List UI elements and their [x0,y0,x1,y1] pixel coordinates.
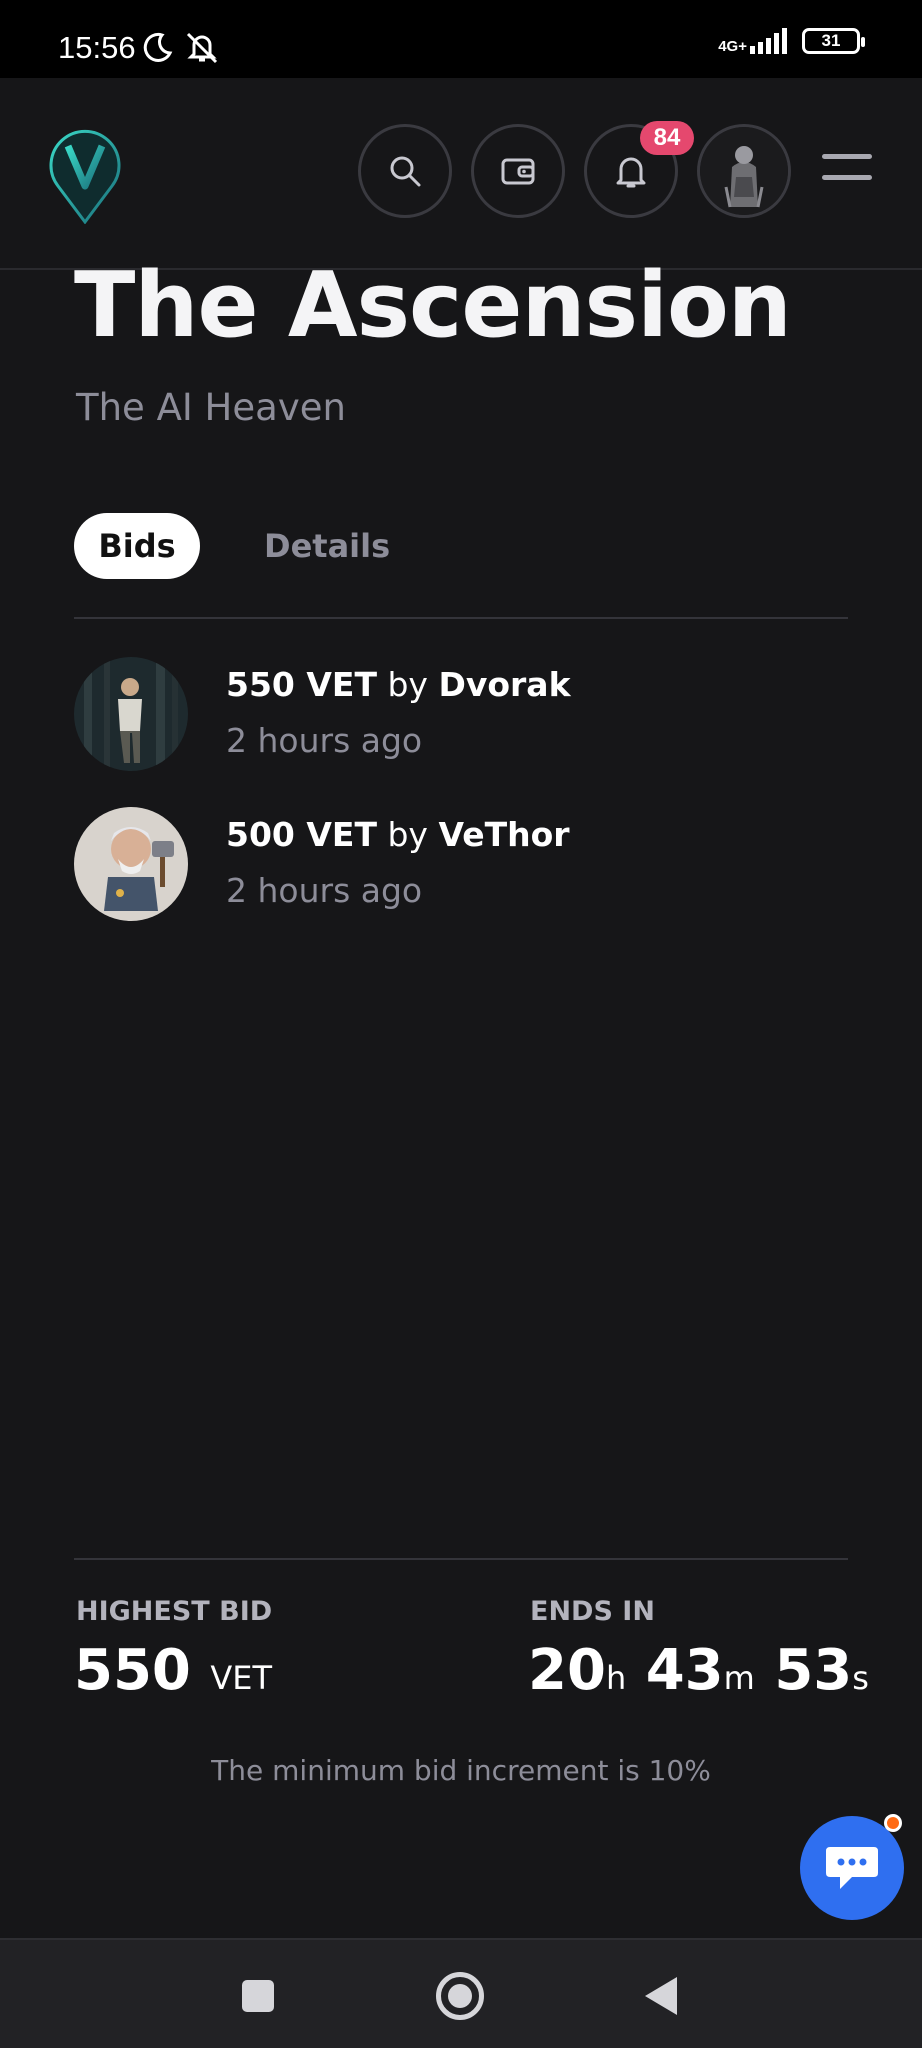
logo-icon[interactable] [48,124,122,224]
bid-time: 2 hours ago [226,871,423,910]
highest-bid-value: 550 VET [74,1638,272,1703]
minutes-unit: m [723,1659,755,1697]
bid-by-text: by [387,665,428,704]
bell-icon [616,157,646,188]
notification-badge: 84 [640,121,694,155]
bid-by-text: by [387,815,428,854]
bid-increment-note: The minimum bid increment is 10% [211,1754,711,1787]
system-nav-bar [0,1938,922,2048]
alarm-off-icon [186,32,218,64]
avatar-image [74,807,188,921]
moon-icon [143,32,173,62]
app-header: 84 [0,78,922,270]
status-time: 15:56 [58,30,136,65]
collection-name[interactable]: The AI Heaven [76,386,346,429]
status-bar: 15:56 4G+ 31 [0,0,922,78]
tab-details[interactable]: Details [264,513,390,579]
chat-icon [826,1847,878,1889]
tabs-divider [74,617,848,619]
countdown-hours: 20 [528,1638,606,1703]
hours-unit: h [605,1659,627,1697]
back-button[interactable] [645,1977,677,2015]
network-indicator: 4G+ [718,28,790,54]
ends-in-label: ENDS IN [530,1596,655,1627]
status-icons-right: 4G+ 31 [718,28,865,54]
countdown-timer: 20h 43m 53s [528,1638,869,1703]
avatar-image [700,127,788,215]
bid-time: 2 hours ago [226,721,423,760]
profile-avatar-button[interactable] [697,124,791,218]
signal-icon [750,28,787,54]
countdown-minutes: 43 [645,1638,724,1703]
wallet-icon [501,158,535,185]
bid-row: 550 VET by Dvorak 2 hours ago [74,657,848,773]
network-label: 4G+ [718,38,747,55]
bidder-avatar[interactable] [74,807,188,921]
home-button[interactable] [436,1972,484,2020]
battery-icon: 31 [802,28,865,54]
search-icon [390,156,421,187]
bid-summary: 500 VET by VeThor [226,815,570,854]
search-button[interactable] [358,124,452,218]
bidder-avatar[interactable] [74,657,188,771]
bidder-name[interactable]: VeThor [438,815,569,854]
bid-row: 500 VET by VeThor 2 hours ago [74,807,848,923]
menu-icon-bar [822,154,872,159]
seconds-unit: s [852,1659,869,1697]
avatar-image [74,657,188,771]
status-icons-left [142,30,220,64]
menu-button[interactable] [822,150,872,184]
home-icon [448,1984,472,2008]
chat-unread-indicator [884,1814,902,1832]
recents-button[interactable] [242,1980,274,2012]
menu-icon-bar [822,175,872,180]
bid-amount: 550 VET [226,665,377,704]
summary-divider [74,1558,848,1560]
bid-summary: 550 VET by Dvorak [226,665,571,704]
tab-bids[interactable]: Bids [74,513,200,579]
highest-bid-unit: VET [210,1659,273,1697]
countdown-seconds: 53 [774,1638,853,1703]
highest-bid-amount: 550 [74,1638,191,1703]
bid-amount: 500 VET [226,815,377,854]
bidder-name[interactable]: Dvorak [438,665,570,704]
chat-button[interactable] [800,1816,904,1920]
highest-bid-label: HIGHEST BID [76,1596,273,1627]
auction-title: The Ascension [74,253,792,358]
wallet-button[interactable] [471,124,565,218]
